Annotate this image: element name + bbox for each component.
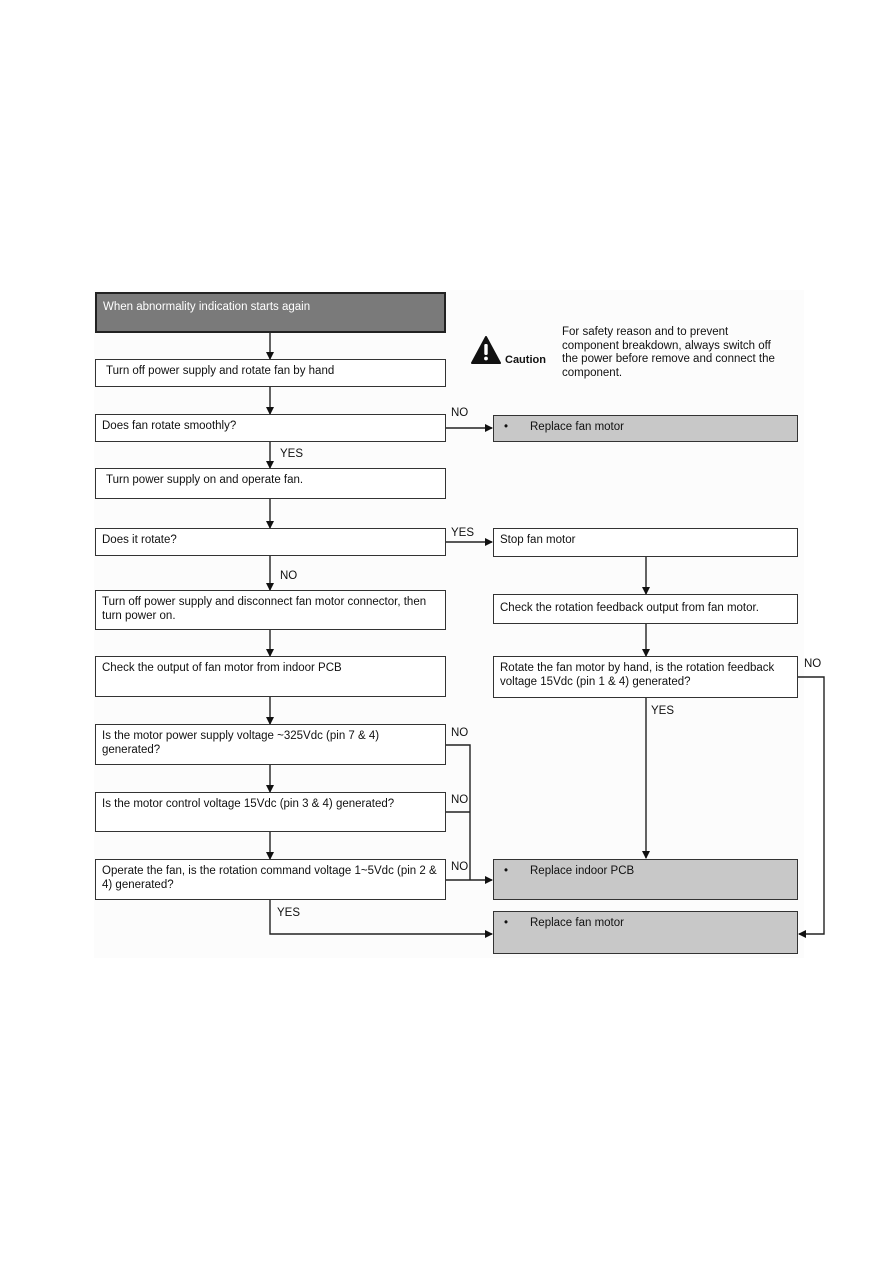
node-replace-fan-motor-1: • Replace fan motor bbox=[493, 415, 798, 442]
node-check-output-text: Check the output of fan motor from indoo… bbox=[102, 662, 342, 674]
node-start: When abnormality indication starts again bbox=[95, 292, 446, 333]
node-replace-fan-motor-2: • Replace fan motor bbox=[493, 911, 798, 954]
node-rotate-smoothly: Does fan rotate smoothly? bbox=[95, 414, 446, 442]
node-does-it-rotate: Does it rotate? bbox=[95, 528, 446, 556]
label-no: NO bbox=[280, 570, 298, 582]
caution-text: For safety reason and to prevent compone… bbox=[562, 326, 775, 379]
node-replace-fan-motor-2-text: Replace fan motor bbox=[530, 917, 624, 929]
node-rotate-smoothly-text: Does fan rotate smoothly? bbox=[102, 420, 237, 432]
node-disconnect-connector: Turn off power supply and disconnect fan… bbox=[95, 590, 446, 630]
label-yes: YES bbox=[651, 705, 675, 717]
node-control-voltage-text: Is the motor control voltage 15Vdc (pin … bbox=[102, 798, 395, 810]
label-no: NO bbox=[451, 407, 469, 419]
node-power-on-operate: Turn power supply on and operate fan. bbox=[95, 468, 446, 499]
node-replace-indoor-pcb: • Replace indoor PCB bbox=[493, 859, 798, 900]
label-no: NO bbox=[451, 861, 469, 873]
node-command-voltage-text: Operate the fan, is the rotation command… bbox=[102, 865, 437, 891]
flowchart-connectors bbox=[266, 333, 825, 938]
node-stop-fan-motor: Stop fan motor bbox=[493, 528, 798, 557]
node-check-output: Check the output of fan motor from indoo… bbox=[95, 656, 446, 697]
node-power-on-operate-text: Turn power supply on and operate fan. bbox=[106, 474, 304, 486]
arrow-hand-no bbox=[798, 676, 825, 938]
node-does-it-rotate-text: Does it rotate? bbox=[102, 534, 177, 546]
node-rotate-by-hand: Rotate the fan motor by hand, is the rot… bbox=[493, 656, 798, 698]
node-check-feedback: Check the rotation feedback output from … bbox=[493, 594, 798, 624]
label-yes: YES bbox=[280, 448, 304, 460]
node-command-voltage: Operate the fan, is the rotation command… bbox=[95, 859, 446, 900]
node-power-supply-voltage-text: Is the motor power supply voltage ~325Vd… bbox=[102, 730, 380, 756]
label-no: NO bbox=[804, 658, 822, 670]
bullet-icon: • bbox=[504, 917, 509, 929]
label-no: NO bbox=[451, 794, 469, 806]
label-yes: YES bbox=[277, 907, 301, 919]
bullet-icon: • bbox=[504, 421, 509, 433]
node-check-feedback-text: Check the rotation feedback output from … bbox=[500, 602, 759, 614]
caution-label: Caution bbox=[505, 354, 546, 366]
node-stop-fan-motor-text: Stop fan motor bbox=[500, 534, 576, 546]
warning-triangle-icon bbox=[471, 336, 501, 364]
bullet-icon: • bbox=[504, 865, 509, 877]
node-turn-off-rotate-text: Turn off power supply and rotate fan by … bbox=[106, 365, 335, 377]
arrow-command-yes bbox=[269, 900, 493, 938]
node-rotate-by-hand-text: Rotate the fan motor by hand, is the rot… bbox=[500, 662, 775, 688]
label-no: NO bbox=[451, 727, 469, 739]
node-power-supply-voltage: Is the motor power supply voltage ~325Vd… bbox=[95, 724, 446, 765]
node-turn-off-rotate: Turn off power supply and rotate fan by … bbox=[95, 359, 446, 387]
node-control-voltage: Is the motor control voltage 15Vdc (pin … bbox=[95, 792, 446, 832]
node-disconnect-connector-text: Turn off power supply and disconnect fan… bbox=[102, 596, 427, 622]
node-replace-fan-motor-1-text: Replace fan motor bbox=[530, 421, 624, 433]
node-start-text: When abnormality indication starts again bbox=[103, 301, 311, 313]
node-replace-indoor-pcb-text: Replace indoor PCB bbox=[530, 865, 635, 877]
label-yes: YES bbox=[451, 527, 475, 539]
